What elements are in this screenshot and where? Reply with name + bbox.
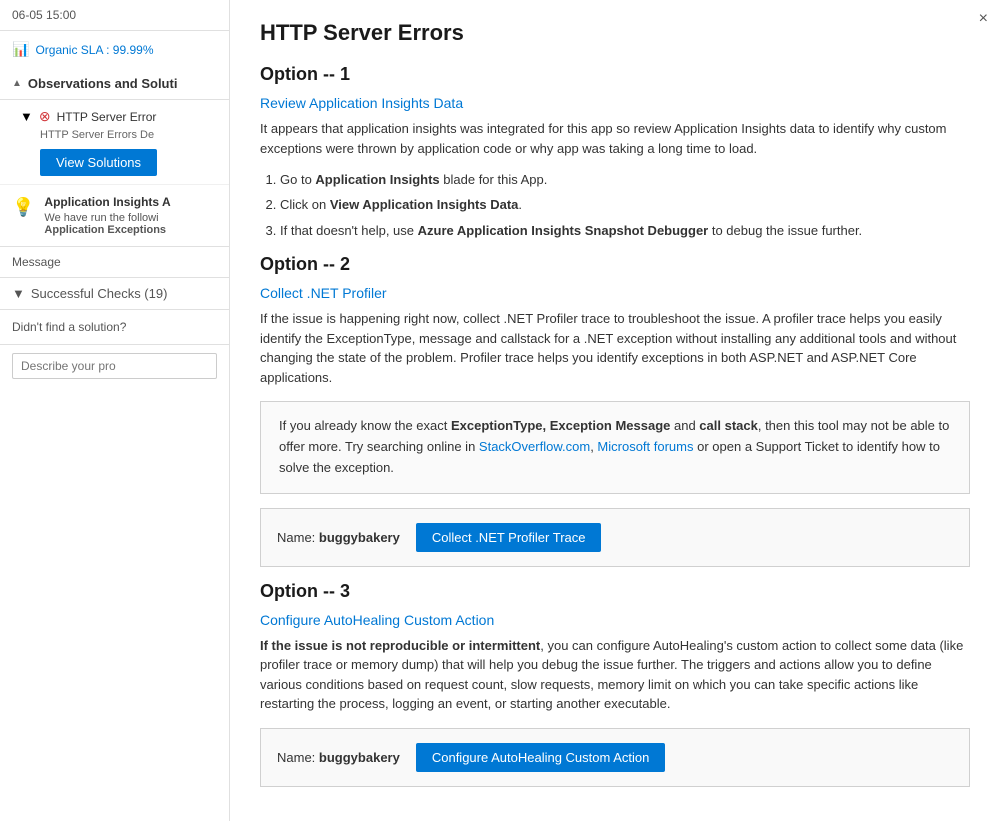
observations-title: Observations and Soluti: [28, 76, 178, 91]
step-2: Click on View Application Insights Data.: [280, 193, 970, 216]
bulb-icon: 💡: [12, 197, 34, 218]
close-button[interactable]: ×: [979, 10, 988, 28]
didnt-find-section: Didn't find a solution?: [0, 310, 229, 345]
option-3-title: Option -- 3: [260, 581, 970, 602]
option-2-name-label: Name: buggybakery: [277, 530, 400, 545]
option-2-action-row: Name: buggybakery Collect .NET Profiler …: [260, 508, 970, 567]
left-panel: 06-05 15:00 📊 Organic SLA : 99.99% ▲ Obs…: [0, 0, 230, 821]
describe-input[interactable]: [12, 353, 217, 379]
option-3-subtitle: Configure AutoHealing Custom Action: [260, 612, 970, 628]
app-insights-desc: We have run the followi Application Exce…: [44, 212, 170, 236]
option-1-desc: It appears that application insights was…: [260, 119, 970, 158]
option-1-section: Option -- 1 Review Application Insights …: [260, 64, 970, 242]
sla-row: 📊 Organic SLA : 99.99%: [0, 31, 229, 68]
chevron-icon: ▲: [12, 78, 22, 89]
option-3-name-label: Name: buggybakery: [277, 750, 400, 765]
exception-type-bold: ExceptionType, Exception Message: [451, 418, 670, 433]
option-1-subtitle: Review Application Insights Data: [260, 95, 970, 111]
option-2-subtitle: Collect .NET Profiler: [260, 285, 970, 301]
option-2-desc: If the issue is happening right now, col…: [260, 309, 970, 387]
message-row: Message: [0, 247, 229, 278]
app-insights-row: 💡 Application Insights A We have run the…: [12, 195, 217, 236]
app-insights-text: Application Insights A We have run the f…: [44, 195, 170, 236]
app-insights-title: Application Insights A: [44, 195, 170, 209]
option-3-name-value: buggybakery: [319, 750, 400, 765]
sla-text: Organic SLA : 99.99%: [35, 43, 153, 57]
successful-checks: ▼ Successful Checks (19): [0, 278, 229, 310]
app-insights-section: 💡 Application Insights A We have run the…: [0, 185, 229, 247]
microsoft-forums-link[interactable]: Microsoft forums: [597, 439, 693, 454]
option-1-title: Option -- 1: [260, 64, 970, 85]
step-2-bold: View Application Insights Data: [330, 197, 519, 212]
option-3-desc-bold: If the issue is not reproducible or inte…: [260, 638, 540, 653]
option-2-section: Option -- 2 Collect .NET Profiler If the…: [260, 254, 970, 566]
chevron-down-icon: ▼: [12, 286, 25, 301]
obs-item-desc: HTTP Server Errors De: [20, 129, 217, 141]
step-1: Go to Application Insights blade for thi…: [280, 168, 970, 191]
collect-profiler-button[interactable]: Collect .NET Profiler Trace: [416, 523, 602, 552]
option-3-section: Option -- 3 Configure AutoHealing Custom…: [260, 581, 970, 787]
http-error-item: ▼ ⊗ HTTP Server Error HTTP Server Errors…: [0, 100, 229, 185]
option-3-action-row: Name: buggybakery Configure AutoHealing …: [260, 728, 970, 787]
option-2-title: Option -- 2: [260, 254, 970, 275]
obs-item-header: ▼ ⊗ HTTP Server Error: [20, 108, 217, 125]
step-1-bold: Application Insights: [315, 172, 439, 187]
stackoverflow-link[interactable]: StackOverflow.com: [479, 439, 590, 454]
error-circle-icon: ⊗: [39, 108, 51, 125]
step-3: If that doesn't help, use Azure Applicat…: [280, 219, 970, 242]
configure-autohealing-button[interactable]: Configure AutoHealing Custom Action: [416, 743, 666, 772]
option-3-desc: If the issue is not reproducible or inte…: [260, 636, 970, 714]
step-3-bold: Azure Application Insights Snapshot Debu…: [418, 223, 709, 238]
obs-item-title: HTTP Server Error: [57, 110, 157, 124]
info-box: If you already know the exact ExceptionT…: [260, 401, 970, 493]
option-2-name-value: buggybakery: [319, 530, 400, 545]
view-solutions-button[interactable]: View Solutions: [40, 149, 157, 176]
call-stack-bold: call stack: [699, 418, 758, 433]
sla-icon: 📊: [12, 41, 29, 58]
option-1-steps: Go to Application Insights blade for thi…: [280, 168, 970, 242]
time-header: 06-05 15:00: [0, 0, 229, 31]
page-title: HTTP Server Errors: [260, 20, 970, 46]
right-panel: × HTTP Server Errors Option -- 1 Review …: [230, 0, 1000, 821]
collapse-icon: ▼: [20, 109, 33, 124]
observations-header: ▲ Observations and Soluti: [0, 68, 229, 100]
